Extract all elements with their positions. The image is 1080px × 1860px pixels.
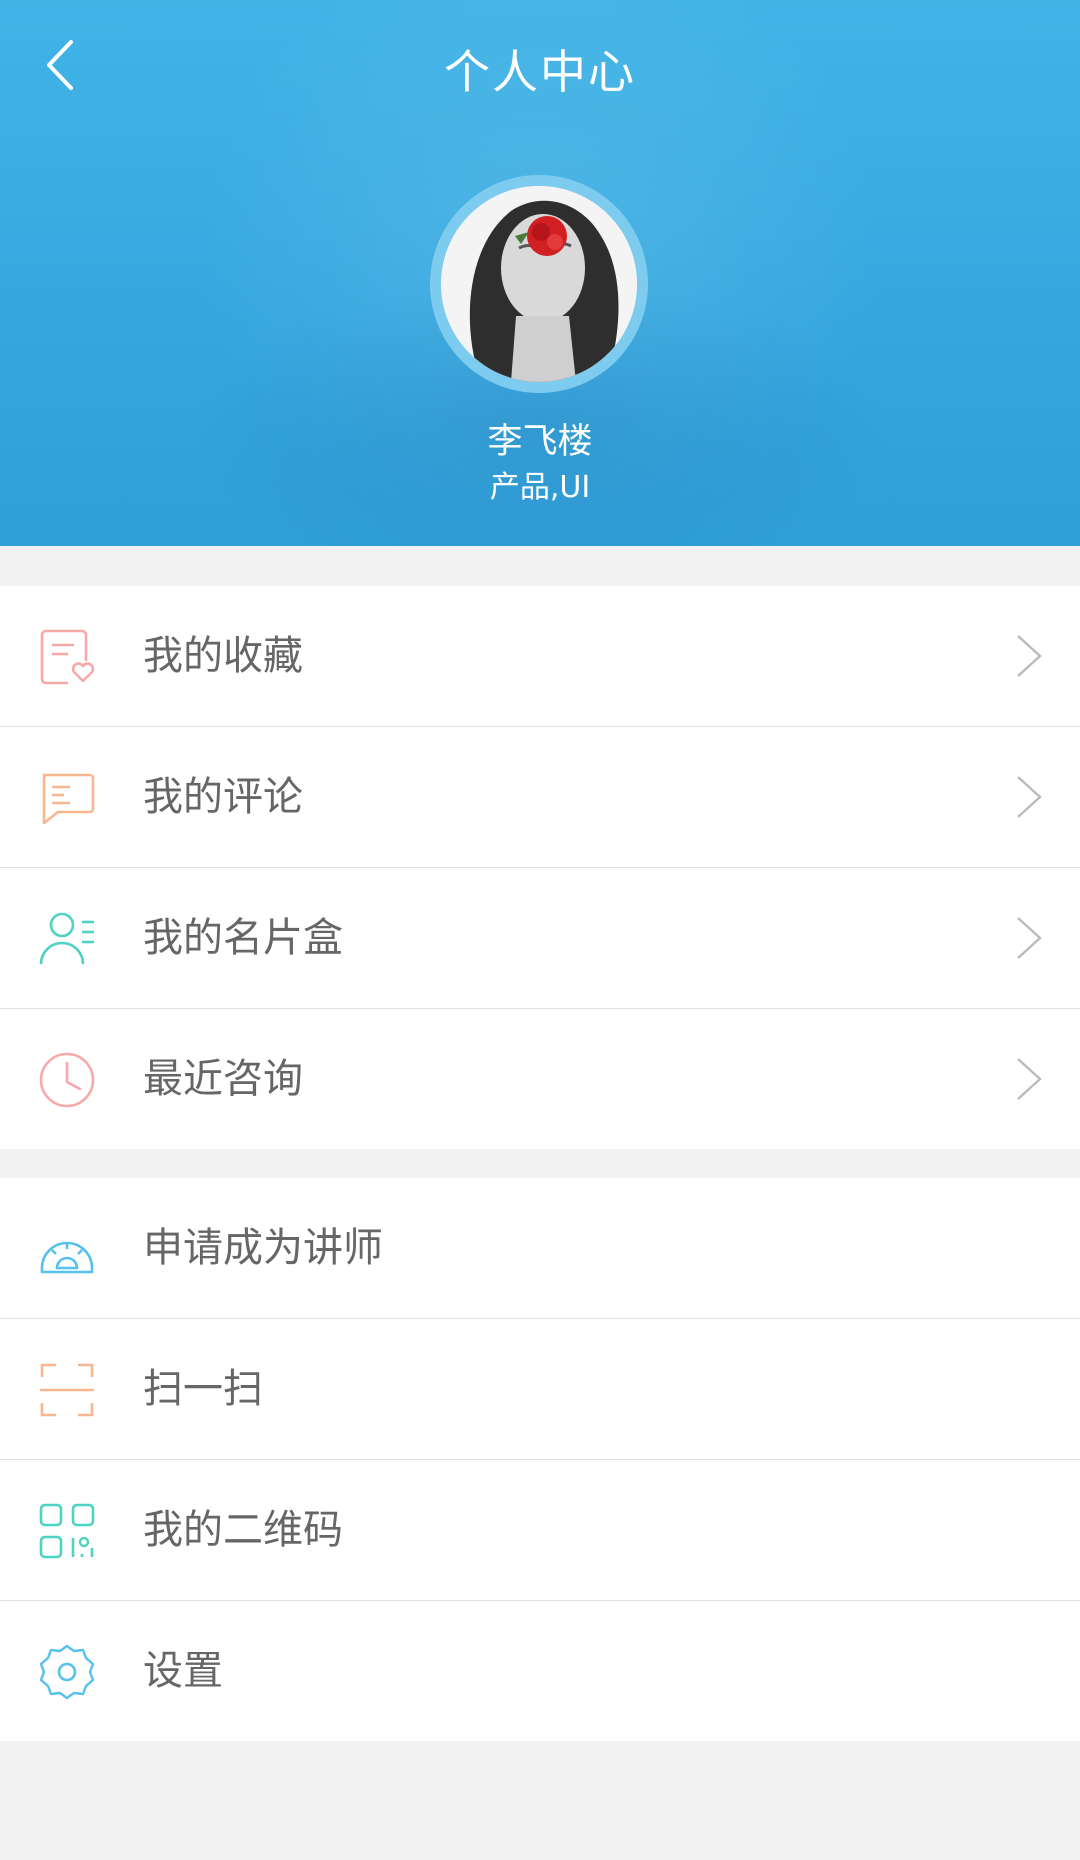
menu-group-tools: 申请成为讲师 扫一扫 我的二维码 设置 [0,1178,1080,1741]
page-title: 个人中心 [444,45,636,99]
menu-item-scan[interactable]: 扫一扫 [0,1319,1080,1460]
favorites-doc-heart-icon [40,629,95,685]
menu-item-card-box[interactable]: 我的名片盒 [0,868,1080,1009]
menu-item-recent-consult[interactable]: 最近咨询 [0,1009,1080,1149]
chevron-right-icon [1017,1058,1042,1100]
profile-header: 个人中心 李飞楼 产品,UI [0,0,1080,546]
avatar[interactable] [430,175,648,393]
chevron-right-icon [1017,776,1042,818]
chevron-right-icon [1017,917,1042,959]
menu-item-settings[interactable]: 设置 [0,1601,1080,1741]
menu-item-label: 设置 [143,1648,223,1694]
menu-item-apply-lecturer[interactable]: 申请成为讲师 [0,1178,1080,1319]
menu-item-label: 我的二维码 [143,1507,343,1553]
user-name: 李飞楼 [487,422,593,462]
menu-item-label: 申请成为讲师 [143,1225,383,1271]
menu-item-label: 我的收藏 [143,633,303,679]
menu-item-label: 最近咨询 [143,1056,303,1102]
menu-item-label: 我的名片盒 [143,915,343,961]
user-tags: 产品,UI [489,470,591,505]
chevron-right-icon [1017,635,1042,677]
scan-frame-icon [40,1363,94,1417]
gear-icon [39,1644,95,1700]
menu-item-my-qrcode[interactable]: 我的二维码 [0,1460,1080,1601]
clock-icon [39,1052,95,1108]
lecturer-protractor-icon [40,1241,94,1274]
menu-item-favorites[interactable]: 我的收藏 [0,586,1080,727]
menu-item-comments[interactable]: 我的评论 [0,727,1080,868]
comment-bubble-icon [42,773,95,825]
qr-code-icon [39,1503,95,1559]
menu-item-label: 我的评论 [143,774,303,820]
menu-item-label: 扫一扫 [143,1366,263,1412]
avatar-photo [441,186,637,382]
menu-group-main: 我的收藏 我的评论 我的名片盒 最近咨询 [0,586,1080,1149]
contacts-person-icon [39,912,94,965]
